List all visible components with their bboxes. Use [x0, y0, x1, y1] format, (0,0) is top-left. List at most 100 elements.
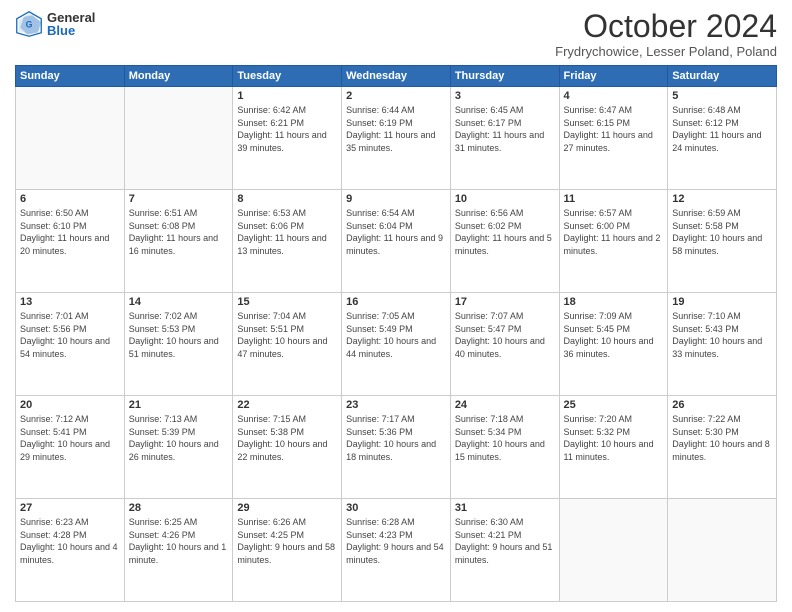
day-info: Sunrise: 6:59 AM Sunset: 5:58 PM Dayligh…: [672, 207, 772, 257]
day-cell: 4 Sunrise: 6:47 AM Sunset: 6:15 PM Daylig…: [559, 87, 668, 190]
day-info: Sunrise: 6:57 AM Sunset: 6:00 PM Dayligh…: [564, 207, 664, 257]
day-info: Sunrise: 6:44 AM Sunset: 6:19 PM Dayligh…: [346, 104, 446, 154]
day-info: Sunrise: 7:02 AM Sunset: 5:53 PM Dayligh…: [129, 310, 229, 360]
day-cell: 25 Sunrise: 7:20 AM Sunset: 5:32 PM Dayli…: [559, 396, 668, 499]
day-cell: 19 Sunrise: 7:10 AM Sunset: 5:43 PM Dayli…: [668, 293, 777, 396]
day-number: 10: [455, 193, 555, 205]
day-cell: [559, 499, 668, 602]
col-wednesday: Wednesday: [342, 66, 451, 87]
day-info: Sunrise: 6:26 AM Sunset: 4:25 PM Dayligh…: [237, 516, 337, 566]
day-number: 30: [346, 502, 446, 514]
day-info: Sunrise: 6:48 AM Sunset: 6:12 PM Dayligh…: [672, 104, 772, 154]
week-row-0: 1 Sunrise: 6:42 AM Sunset: 6:21 PM Daylig…: [16, 87, 777, 190]
day-cell: 14 Sunrise: 7:02 AM Sunset: 5:53 PM Dayli…: [124, 293, 233, 396]
day-number: 24: [455, 399, 555, 411]
day-number: 2: [346, 90, 446, 102]
day-number: 22: [237, 399, 337, 411]
day-number: 11: [564, 193, 664, 205]
svg-text:G: G: [26, 20, 33, 30]
day-cell: 3 Sunrise: 6:45 AM Sunset: 6:17 PM Daylig…: [450, 87, 559, 190]
day-info: Sunrise: 6:56 AM Sunset: 6:02 PM Dayligh…: [455, 207, 555, 257]
day-number: 13: [20, 296, 120, 308]
day-info: Sunrise: 7:20 AM Sunset: 5:32 PM Dayligh…: [564, 413, 664, 463]
day-cell: 23 Sunrise: 7:17 AM Sunset: 5:36 PM Dayli…: [342, 396, 451, 499]
day-cell: 5 Sunrise: 6:48 AM Sunset: 6:12 PM Daylig…: [668, 87, 777, 190]
day-cell: 26 Sunrise: 7:22 AM Sunset: 5:30 PM Dayli…: [668, 396, 777, 499]
col-thursday: Thursday: [450, 66, 559, 87]
day-info: Sunrise: 7:12 AM Sunset: 5:41 PM Dayligh…: [20, 413, 120, 463]
day-number: 9: [346, 193, 446, 205]
day-number: 5: [672, 90, 772, 102]
day-info: Sunrise: 6:42 AM Sunset: 6:21 PM Dayligh…: [237, 104, 337, 154]
title-area: October 2024 Frydrychowice, Lesser Polan…: [555, 10, 777, 59]
day-number: 17: [455, 296, 555, 308]
day-number: 20: [20, 399, 120, 411]
day-number: 4: [564, 90, 664, 102]
day-cell: 10 Sunrise: 6:56 AM Sunset: 6:02 PM Dayli…: [450, 190, 559, 293]
day-cell: 8Sunrise: 6:53 AM Sunset: 6:06 PM Daylig…: [233, 190, 342, 293]
week-row-1: 6 Sunrise: 6:50 AM Sunset: 6:10 PM Daylig…: [16, 190, 777, 293]
day-number: 14: [129, 296, 229, 308]
day-cell: 22Sunrise: 7:15 AM Sunset: 5:38 PM Dayli…: [233, 396, 342, 499]
day-number: 21: [129, 399, 229, 411]
day-info: Sunrise: 7:10 AM Sunset: 5:43 PM Dayligh…: [672, 310, 772, 360]
col-tuesday: Tuesday: [233, 66, 342, 87]
day-number: 7: [129, 193, 229, 205]
day-cell: 2 Sunrise: 6:44 AM Sunset: 6:19 PM Daylig…: [342, 87, 451, 190]
day-number: 25: [564, 399, 664, 411]
day-info: Sunrise: 6:25 AM Sunset: 4:26 PM Dayligh…: [129, 516, 229, 566]
logo-blue: Blue: [47, 24, 95, 37]
day-number: 31: [455, 502, 555, 514]
logo-icon: G: [15, 10, 43, 38]
location: Frydrychowice, Lesser Poland, Poland: [555, 44, 777, 59]
day-number: 23: [346, 399, 446, 411]
day-cell: 6 Sunrise: 6:50 AM Sunset: 6:10 PM Daylig…: [16, 190, 125, 293]
day-info: Sunrise: 7:13 AM Sunset: 5:39 PM Dayligh…: [129, 413, 229, 463]
day-cell: 24 Sunrise: 7:18 AM Sunset: 5:34 PM Dayli…: [450, 396, 559, 499]
day-info: Sunrise: 7:22 AM Sunset: 5:30 PM Dayligh…: [672, 413, 772, 463]
day-info: Sunrise: 7:09 AM Sunset: 5:45 PM Dayligh…: [564, 310, 664, 360]
day-number: 15: [237, 296, 337, 308]
day-cell: 17 Sunrise: 7:07 AM Sunset: 5:47 PM Dayli…: [450, 293, 559, 396]
week-row-3: 20 Sunrise: 7:12 AM Sunset: 5:41 PM Dayli…: [16, 396, 777, 499]
day-cell: 20 Sunrise: 7:12 AM Sunset: 5:41 PM Dayli…: [16, 396, 125, 499]
day-cell: 31 Sunrise: 6:30 AM Sunset: 4:21 PM Dayli…: [450, 499, 559, 602]
day-info: Sunrise: 6:30 AM Sunset: 4:21 PM Dayligh…: [455, 516, 555, 566]
day-number: 3: [455, 90, 555, 102]
day-info: Sunrise: 7:07 AM Sunset: 5:47 PM Dayligh…: [455, 310, 555, 360]
day-cell: 21 Sunrise: 7:13 AM Sunset: 5:39 PM Dayli…: [124, 396, 233, 499]
header-row: Sunday Monday Tuesday Wednesday Thursday…: [16, 66, 777, 87]
day-cell: 18Sunrise: 7:09 AM Sunset: 5:45 PM Dayli…: [559, 293, 668, 396]
day-cell: 7 Sunrise: 6:51 AM Sunset: 6:08 PM Daylig…: [124, 190, 233, 293]
day-number: 27: [20, 502, 120, 514]
col-sunday: Sunday: [16, 66, 125, 87]
calendar-table: Sunday Monday Tuesday Wednesday Thursday…: [15, 65, 777, 602]
col-saturday: Saturday: [668, 66, 777, 87]
day-info: Sunrise: 6:50 AM Sunset: 6:10 PM Dayligh…: [20, 207, 120, 257]
day-info: Sunrise: 7:17 AM Sunset: 5:36 PM Dayligh…: [346, 413, 446, 463]
day-number: 1: [237, 90, 337, 102]
day-cell: [124, 87, 233, 190]
day-cell: 1 Sunrise: 6:42 AM Sunset: 6:21 PM Daylig…: [233, 87, 342, 190]
day-info: Sunrise: 6:45 AM Sunset: 6:17 PM Dayligh…: [455, 104, 555, 154]
day-cell: 13Sunrise: 7:01 AM Sunset: 5:56 PM Dayli…: [16, 293, 125, 396]
day-info: Sunrise: 6:53 AM Sunset: 6:06 PM Dayligh…: [237, 207, 337, 257]
day-info: Sunrise: 6:28 AM Sunset: 4:23 PM Dayligh…: [346, 516, 446, 566]
col-monday: Monday: [124, 66, 233, 87]
day-info: Sunrise: 7:04 AM Sunset: 5:51 PM Dayligh…: [237, 310, 337, 360]
day-number: 19: [672, 296, 772, 308]
day-number: 6: [20, 193, 120, 205]
page: G General Blue October 2024 Frydrychowic…: [0, 0, 792, 612]
day-number: 26: [672, 399, 772, 411]
day-info: Sunrise: 6:54 AM Sunset: 6:04 PM Dayligh…: [346, 207, 446, 257]
month-title: October 2024: [555, 10, 777, 42]
day-cell: 11 Sunrise: 6:57 AM Sunset: 6:00 PM Dayli…: [559, 190, 668, 293]
day-cell: 15 Sunrise: 7:04 AM Sunset: 5:51 PM Dayli…: [233, 293, 342, 396]
week-row-2: 13Sunrise: 7:01 AM Sunset: 5:56 PM Dayli…: [16, 293, 777, 396]
day-info: Sunrise: 7:18 AM Sunset: 5:34 PM Dayligh…: [455, 413, 555, 463]
day-info: Sunrise: 6:47 AM Sunset: 6:15 PM Dayligh…: [564, 104, 664, 154]
day-number: 12: [672, 193, 772, 205]
day-info: Sunrise: 6:51 AM Sunset: 6:08 PM Dayligh…: [129, 207, 229, 257]
day-cell: 16Sunrise: 7:05 AM Sunset: 5:49 PM Dayli…: [342, 293, 451, 396]
day-cell: 28Sunrise: 6:25 AM Sunset: 4:26 PM Dayli…: [124, 499, 233, 602]
